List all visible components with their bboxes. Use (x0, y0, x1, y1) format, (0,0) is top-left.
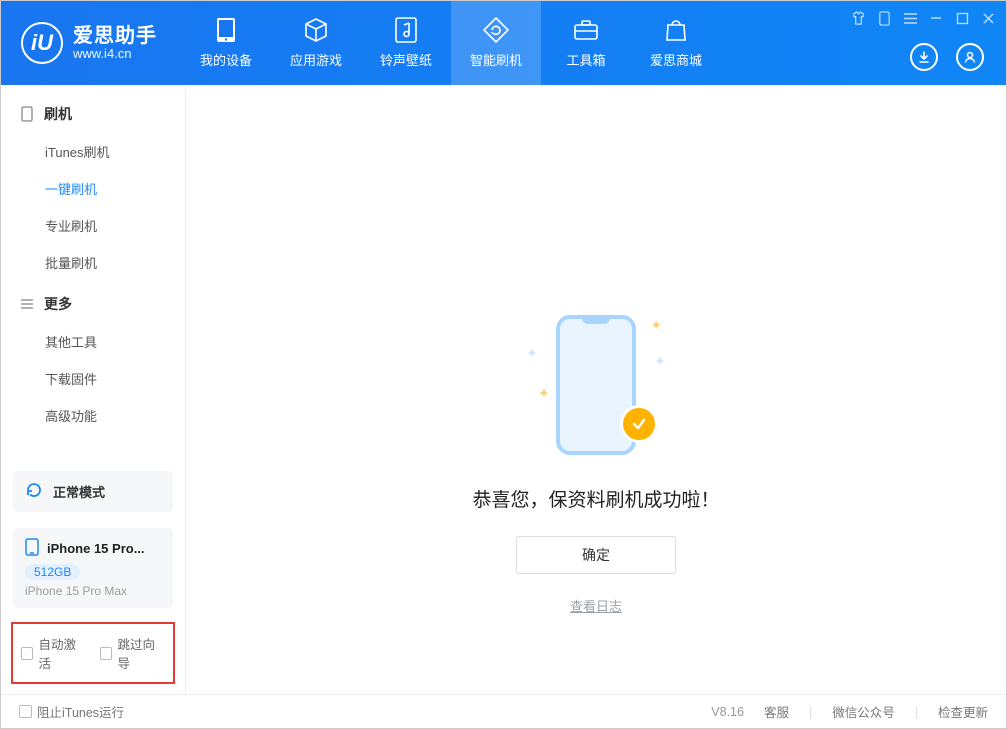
refresh-icon (25, 481, 43, 502)
nav-toolbox[interactable]: 工具箱 (541, 1, 631, 85)
sparkle-icon: ✦ (654, 353, 666, 370)
menu-icon[interactable] (902, 10, 918, 26)
nav-label: 工具箱 (566, 50, 605, 69)
success-message: 恭喜您，保资料刷机成功啦！ (472, 485, 719, 512)
version-label: V8.16 (711, 705, 744, 719)
checkbox-label: 自动激活 (38, 634, 86, 672)
logo-area: iU 爱思助手 www.i4.cn (1, 1, 175, 85)
check-badge-icon (620, 405, 658, 443)
app-url: www.i4.cn (73, 47, 157, 61)
close-button[interactable] (980, 10, 996, 26)
sidebar-item-batch-flash[interactable]: 批量刷机 (1, 244, 185, 281)
sidebar-item-pro-flash[interactable]: 专业刷机 (1, 207, 185, 244)
checkbox-label: 跳过向导 (117, 634, 165, 672)
storage-badge: 512GB (25, 564, 80, 580)
checkbox-icon (21, 647, 33, 660)
sidebar-section-more[interactable]: 更多 (1, 285, 185, 323)
view-log-link[interactable]: 查看日志 (570, 596, 622, 615)
logo-icon: iU (21, 22, 63, 64)
device-name: iPhone 15 Pro... (47, 541, 145, 556)
success-illustration: ✦ ✦ ✦ ✦ (526, 305, 666, 465)
device-card[interactable]: iPhone 15 Pro... 512GB iPhone 15 Pro Max (13, 528, 173, 608)
maximize-button[interactable] (954, 10, 970, 26)
bag-icon (663, 17, 689, 43)
phone-icon[interactable] (876, 10, 892, 26)
skip-guide-checkbox[interactable]: 跳过向导 (100, 634, 165, 672)
nav-ringtone[interactable]: 铃声壁纸 (361, 1, 451, 85)
app-name: 爱思助手 (73, 25, 157, 47)
sidebar-item-itunes-flash[interactable]: iTunes刷机 (1, 133, 185, 170)
device-full-name: iPhone 15 Pro Max (25, 584, 161, 598)
sidebar-section-flash[interactable]: 刷机 (1, 95, 185, 133)
checkbox-icon (19, 705, 32, 718)
skin-icon[interactable] (850, 10, 866, 26)
minimize-button[interactable] (928, 10, 944, 26)
sync-icon (483, 17, 509, 43)
top-nav: 我的设备 应用游戏 铃声壁纸 智能刷机 工具箱 爱思商城 (181, 1, 721, 85)
toolbox-icon (573, 17, 599, 43)
block-itunes-checkbox[interactable]: 阻止iTunes运行 (19, 702, 124, 721)
music-icon (393, 17, 419, 43)
checkbox-label: 阻止iTunes运行 (37, 702, 124, 721)
nav-label: 铃声壁纸 (380, 50, 432, 69)
nav-my-device[interactable]: 我的设备 (181, 1, 271, 85)
sidebar-section-title: 更多 (44, 294, 72, 314)
sidebar: 刷机 iTunes刷机 一键刷机 专业刷机 批量刷机 更多 其他工具 下载固件 … (1, 85, 186, 694)
ok-button[interactable]: 确定 (516, 536, 676, 574)
check-update-link[interactable]: 检查更新 (938, 702, 988, 721)
phone-outline-icon (19, 106, 35, 122)
support-link[interactable]: 客服 (764, 702, 789, 721)
sidebar-item-advanced[interactable]: 高级功能 (1, 397, 185, 434)
sidebar-item-other-tools[interactable]: 其他工具 (1, 323, 185, 360)
status-mode-label: 正常模式 (53, 482, 105, 501)
nav-label: 应用游戏 (290, 50, 342, 69)
sidebar-item-oneclick-flash[interactable]: 一键刷机 (1, 170, 185, 207)
more-lines-icon (19, 298, 35, 310)
status-card[interactable]: 正常模式 (13, 471, 173, 512)
wechat-link[interactable]: 微信公众号 (832, 702, 895, 721)
highlighted-checkboxes: 自动激活 跳过向导 (11, 622, 175, 684)
nav-flash[interactable]: 智能刷机 (451, 1, 541, 85)
nav-label: 智能刷机 (470, 50, 522, 69)
window-controls (850, 10, 996, 26)
checkbox-icon (100, 647, 112, 660)
main-content: ✦ ✦ ✦ ✦ 恭喜您，保资料刷机成功啦！ 确定 查看日志 (186, 85, 1006, 694)
footer: 阻止iTunes运行 V8.16 客服 | 微信公众号 | 检查更新 (1, 694, 1006, 728)
auto-activate-checkbox[interactable]: 自动激活 (21, 634, 86, 672)
iphone-icon (25, 538, 39, 559)
download-icon[interactable] (910, 43, 938, 71)
nav-store[interactable]: 爱思商城 (631, 1, 721, 85)
sparkle-icon: ✦ (650, 317, 662, 334)
user-icon[interactable] (956, 43, 984, 71)
header: iU 爱思助手 www.i4.cn 我的设备 应用游戏 铃声壁纸 智能刷机 (1, 1, 1006, 85)
nav-label: 我的设备 (200, 50, 252, 69)
sidebar-section-title: 刷机 (44, 104, 72, 124)
sparkle-icon: ✦ (538, 385, 550, 402)
nav-apps[interactable]: 应用游戏 (271, 1, 361, 85)
sidebar-item-download-firmware[interactable]: 下载固件 (1, 360, 185, 397)
nav-label: 爱思商城 (650, 50, 702, 69)
device-icon (213, 17, 239, 43)
sparkle-icon: ✦ (526, 345, 538, 362)
cube-icon (303, 17, 329, 43)
